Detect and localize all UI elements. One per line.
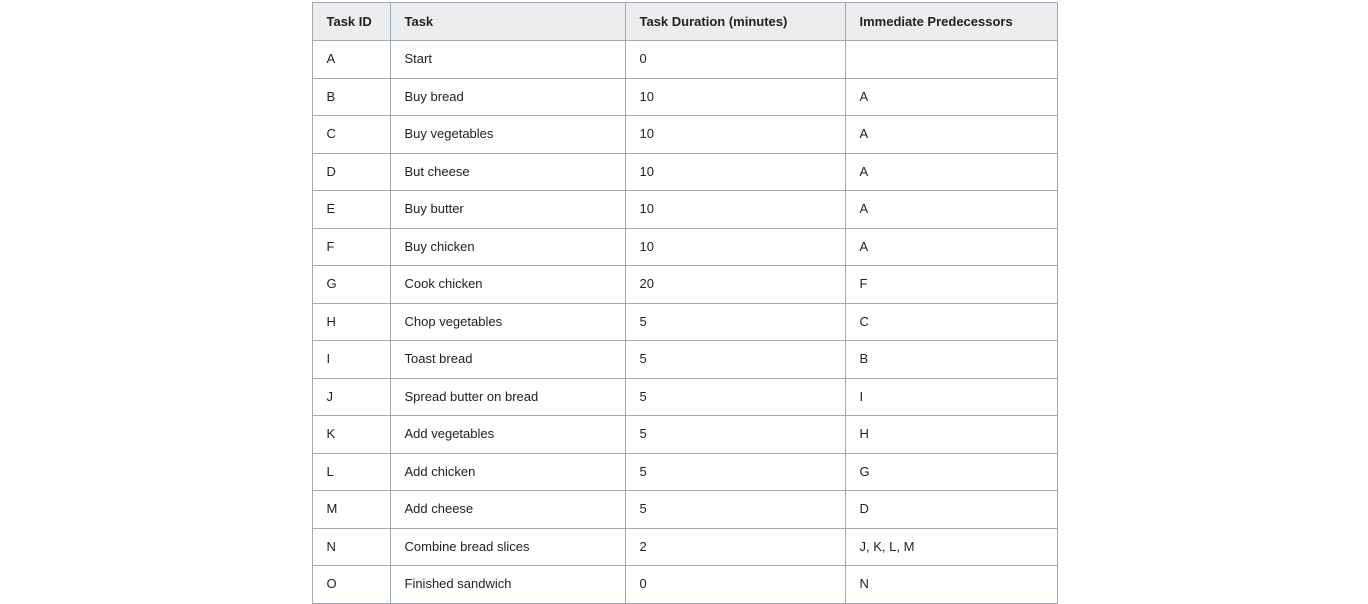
- col-header-task: Task: [390, 3, 625, 41]
- table-header: Task ID Task Task Duration (minutes) Imm…: [312, 3, 1057, 41]
- cell-predecessors: N: [845, 566, 1057, 604]
- cell-predecessors: D: [845, 491, 1057, 529]
- task-table: Task ID Task Task Duration (minutes) Imm…: [312, 2, 1058, 604]
- cell-duration: 10: [625, 191, 845, 229]
- cell-task-id: J: [312, 378, 390, 416]
- cell-predecessors: C: [845, 303, 1057, 341]
- table-body: AStart0 BBuy bread10A CBuy vegetables10A…: [312, 41, 1057, 604]
- table-row: OFinished sandwich0N: [312, 566, 1057, 604]
- cell-task: Buy vegetables: [390, 116, 625, 154]
- table-row: EBuy butter10A: [312, 191, 1057, 229]
- cell-task: But cheese: [390, 153, 625, 191]
- cell-predecessors: [845, 41, 1057, 79]
- table-row: JSpread butter on bread5I: [312, 378, 1057, 416]
- cell-task: Buy butter: [390, 191, 625, 229]
- cell-duration: 10: [625, 116, 845, 154]
- cell-duration: 5: [625, 378, 845, 416]
- table-row: LAdd chicken5G: [312, 453, 1057, 491]
- table-row: AStart0: [312, 41, 1057, 79]
- cell-task-id: D: [312, 153, 390, 191]
- cell-task-id: E: [312, 191, 390, 229]
- cell-task: Buy bread: [390, 78, 625, 116]
- cell-predecessors: B: [845, 341, 1057, 379]
- table-row: GCook chicken20F: [312, 266, 1057, 304]
- table-row: CBuy vegetables10A: [312, 116, 1057, 154]
- cell-predecessors: A: [845, 78, 1057, 116]
- cell-predecessors: I: [845, 378, 1057, 416]
- cell-predecessors: A: [845, 116, 1057, 154]
- cell-task: Toast bread: [390, 341, 625, 379]
- cell-task: Start: [390, 41, 625, 79]
- cell-task-id: I: [312, 341, 390, 379]
- cell-task: Add vegetables: [390, 416, 625, 454]
- table-row: BBuy bread10A: [312, 78, 1057, 116]
- cell-predecessors: F: [845, 266, 1057, 304]
- cell-task: Buy chicken: [390, 228, 625, 266]
- cell-duration: 2: [625, 528, 845, 566]
- table-row: FBuy chicken10A: [312, 228, 1057, 266]
- cell-task-id: N: [312, 528, 390, 566]
- cell-duration: 5: [625, 303, 845, 341]
- cell-duration: 0: [625, 41, 845, 79]
- cell-duration: 10: [625, 78, 845, 116]
- cell-task: Add chicken: [390, 453, 625, 491]
- cell-predecessors: A: [845, 153, 1057, 191]
- cell-duration: 5: [625, 453, 845, 491]
- cell-task-id: M: [312, 491, 390, 529]
- cell-predecessors: H: [845, 416, 1057, 454]
- cell-task-id: F: [312, 228, 390, 266]
- table-row: DBut cheese10A: [312, 153, 1057, 191]
- table-row: NCombine bread slices2J, K, L, M: [312, 528, 1057, 566]
- col-header-predecessors: Immediate Predecessors: [845, 3, 1057, 41]
- cell-predecessors: A: [845, 228, 1057, 266]
- cell-predecessors: J, K, L, M: [845, 528, 1057, 566]
- cell-duration: 20: [625, 266, 845, 304]
- table-row: HChop vegetables5C: [312, 303, 1057, 341]
- cell-task-id: H: [312, 303, 390, 341]
- cell-task: Chop vegetables: [390, 303, 625, 341]
- cell-task: Add cheese: [390, 491, 625, 529]
- cell-task: Combine bread slices: [390, 528, 625, 566]
- cell-duration: 10: [625, 153, 845, 191]
- cell-duration: 0: [625, 566, 845, 604]
- col-header-duration: Task Duration (minutes): [625, 3, 845, 41]
- table-row: IToast bread5B: [312, 341, 1057, 379]
- cell-duration: 10: [625, 228, 845, 266]
- col-header-task-id: Task ID: [312, 3, 390, 41]
- table-row: MAdd cheese5D: [312, 491, 1057, 529]
- cell-task: Cook chicken: [390, 266, 625, 304]
- cell-task-id: A: [312, 41, 390, 79]
- cell-task-id: O: [312, 566, 390, 604]
- cell-task: Spread butter on bread: [390, 378, 625, 416]
- cell-task-id: C: [312, 116, 390, 154]
- cell-duration: 5: [625, 341, 845, 379]
- cell-task: Finished sandwich: [390, 566, 625, 604]
- task-table-container: Task ID Task Task Duration (minutes) Imm…: [312, 2, 1057, 604]
- cell-duration: 5: [625, 416, 845, 454]
- table-row: KAdd vegetables5H: [312, 416, 1057, 454]
- cell-predecessors: G: [845, 453, 1057, 491]
- cell-task-id: B: [312, 78, 390, 116]
- cell-task-id: G: [312, 266, 390, 304]
- cell-task-id: L: [312, 453, 390, 491]
- cell-predecessors: A: [845, 191, 1057, 229]
- cell-task-id: K: [312, 416, 390, 454]
- cell-duration: 5: [625, 491, 845, 529]
- table-header-row: Task ID Task Task Duration (minutes) Imm…: [312, 3, 1057, 41]
